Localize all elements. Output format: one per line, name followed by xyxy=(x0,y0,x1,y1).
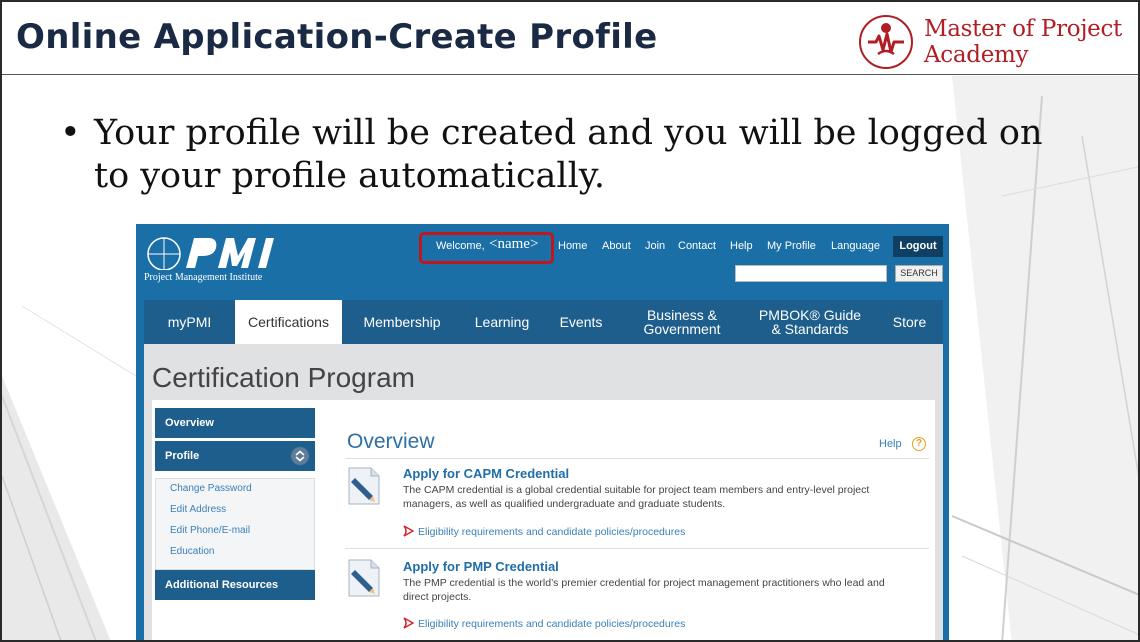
profile-submenu: Change Password Edit Address Edit Phone/… xyxy=(155,478,315,570)
top-link-language[interactable]: Language xyxy=(831,240,880,252)
sidebar-profile-label: Profile xyxy=(165,450,200,462)
capm-eligibility-link[interactable]: Eligibility requirements and candidate p… xyxy=(403,525,685,538)
pmi-logo-mark-icon xyxy=(147,237,274,270)
bullet-text: Your profile will be created and you wil… xyxy=(94,113,1043,196)
overview-heading: Overview xyxy=(347,430,435,453)
capm-eligibility-label: Eligibility requirements and candidate p… xyxy=(418,526,686,538)
search-input[interactable] xyxy=(735,265,887,282)
nav-tab-membership[interactable]: Membership xyxy=(342,300,462,344)
apply-pmp-link[interactable]: Apply for PMP Credential xyxy=(403,559,559,574)
search-button[interactable]: SEARCH xyxy=(895,265,943,282)
pdf-icon xyxy=(403,617,414,629)
top-link-home[interactable]: Home xyxy=(558,240,587,252)
sidebar-link-change-password[interactable]: Change Password xyxy=(170,483,252,494)
academy-logo: Master of Project Academy xyxy=(858,12,1128,70)
help-link[interactable]: Help xyxy=(879,438,902,450)
welcome-name: <name> xyxy=(489,236,539,252)
page-title: Certification Program xyxy=(152,362,415,393)
sidebar-link-education[interactable]: Education xyxy=(170,546,214,557)
logo-line-2: Academy xyxy=(924,42,1029,68)
chevron-up-down-icon xyxy=(295,450,305,462)
nav-tab-business-government[interactable]: Business & Government xyxy=(620,300,744,344)
sidebar-link-edit-phone-email[interactable]: Edit Phone/E-mail xyxy=(170,525,250,536)
pmp-eligibility-link[interactable]: Eligibility requirements and candidate p… xyxy=(403,617,685,630)
content-panel: Overview Profile Change Password Edit Ad… xyxy=(152,400,935,640)
top-link-contact[interactable]: Contact xyxy=(678,240,716,252)
logo-line-1: Master of Project xyxy=(924,16,1122,42)
pmp-eligibility-label: Eligibility requirements and candidate p… xyxy=(418,618,686,630)
capm-description: The CAPM credential is a global credenti… xyxy=(403,484,870,510)
pmi-logo-subtitle: Project Management Institute xyxy=(144,272,263,283)
welcome-label: Welcome, xyxy=(436,240,485,252)
bullet-dot-icon: • xyxy=(60,113,81,153)
chevron-toggle-icon[interactable] xyxy=(291,447,309,465)
divider xyxy=(345,458,929,459)
top-link-help[interactable]: Help xyxy=(730,240,753,252)
divider xyxy=(345,548,929,549)
slide-title: Online Application-Create Profile xyxy=(16,17,658,57)
sidebar: Overview Profile Change Password Edit Ad… xyxy=(155,408,315,640)
main-nav: myPMI Certifications Membership Learning… xyxy=(144,300,943,344)
nav-tab-pmbok-guide[interactable]: PMBOK® Guide & Standards xyxy=(744,300,876,344)
help-circle-icon[interactable]: ? xyxy=(912,437,926,451)
document-pencil-icon xyxy=(348,559,380,597)
nav-tab-mypmi[interactable]: myPMI xyxy=(144,300,235,344)
pmi-logo[interactable]: Project Management Institute xyxy=(144,234,284,286)
nav-tab-certifications[interactable]: Certifications xyxy=(235,300,342,344)
apply-capm-link[interactable]: Apply for CAPM Credential xyxy=(403,466,569,481)
nav-tab-events[interactable]: Events xyxy=(542,300,620,344)
slide: Online Application-Create Profile Master… xyxy=(0,0,1140,642)
nav-tab-learning[interactable]: Learning xyxy=(462,300,542,344)
pdf-icon xyxy=(403,525,414,537)
top-link-join[interactable]: Join xyxy=(645,240,665,252)
sidebar-link-edit-address[interactable]: Edit Address xyxy=(170,504,226,515)
sidebar-item-additional-resources[interactable]: Additional Resources xyxy=(155,570,315,600)
logout-button[interactable]: Logout xyxy=(893,236,943,257)
academy-logo-mark xyxy=(859,15,913,69)
top-link-my-profile[interactable]: My Profile xyxy=(767,240,816,252)
sidebar-item-profile[interactable]: Profile xyxy=(155,441,315,471)
pmp-description: The PMP credential is the world’s premie… xyxy=(403,577,885,603)
nav-tab-store[interactable]: Store xyxy=(876,300,943,344)
document-pencil-icon xyxy=(348,467,380,505)
content-area: Certification Program Overview Profile C… xyxy=(144,344,943,640)
top-link-about[interactable]: About xyxy=(602,240,631,252)
main-column: Overview Help ? Apply for CAPM Credentia… xyxy=(339,400,929,640)
sidebar-item-overview[interactable]: Overview xyxy=(155,408,315,438)
pmi-screenshot: Project Management Institute Welcome, <n… xyxy=(136,224,949,640)
slide-header: Online Application-Create Profile Master… xyxy=(2,2,1138,75)
